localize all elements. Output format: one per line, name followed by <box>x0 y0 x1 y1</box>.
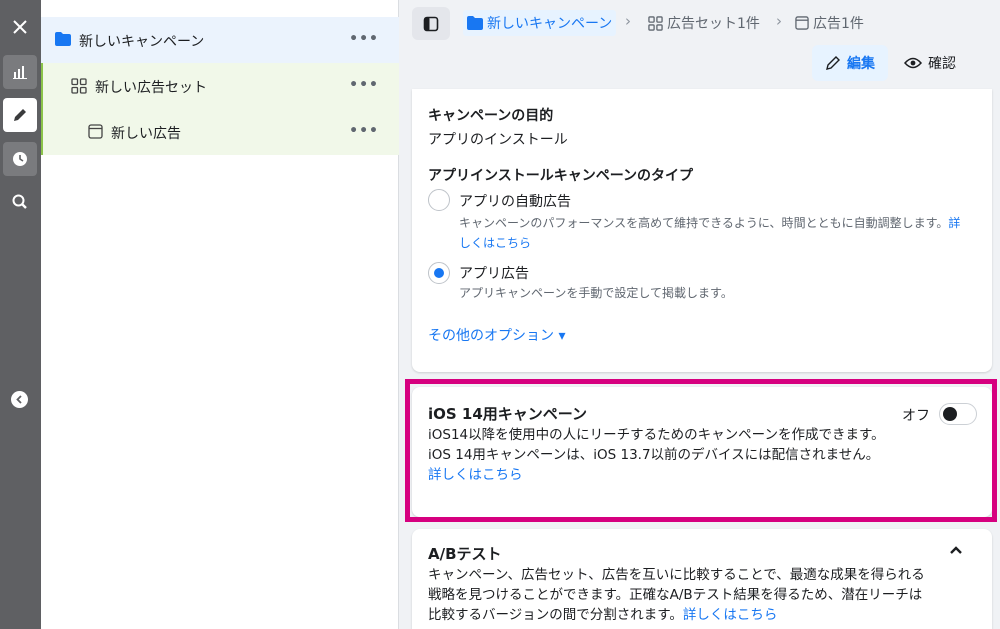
pencil-icon[interactable] <box>3 98 37 132</box>
campaign-settings-card: キャンペーンの目的 アプリのインストール アプリインストールキャンペーンのタイプ… <box>412 89 992 372</box>
grid-icon <box>648 15 663 31</box>
edit-button-label: 編集 <box>847 56 875 72</box>
eye-icon <box>904 57 922 69</box>
review-button[interactable]: 確認 <box>904 45 956 81</box>
editor-topbar: 新しいキャンペーン › 広告セット1件 › 広告1件 編集 確認 <box>399 0 1000 92</box>
edit-button[interactable]: 編集 <box>812 45 888 81</box>
learn-more-link[interactable]: しくはこちら <box>459 236 531 250</box>
more-options-link[interactable]: その他のオプション ▾ <box>428 325 565 345</box>
chevron-up-icon[interactable] <box>949 545 963 555</box>
ios14-campaign-card: iOS 14用キャンペーン iOS14以降を使用中の人にリーチするためのキャンペ… <box>412 387 992 517</box>
folder-icon <box>55 32 71 50</box>
breadcrumb-adset-label: 広告セット1件 <box>667 16 760 32</box>
option-auto-app-ads-title: アプリの自動広告 <box>459 194 571 210</box>
tree-adset-label: 新しい広告セット <box>95 80 207 96</box>
objective-heading: キャンペーンの目的 <box>428 108 554 124</box>
review-button-label: 確認 <box>928 56 956 72</box>
learn-more-link[interactable]: 詳しくはこちら <box>428 467 523 483</box>
breadcrumb-ad[interactable]: 広告1件 <box>795 10 864 36</box>
ios14-description: iOS14以降を使用中の人にリーチするためのキャンペーンを作成できます。iOS … <box>428 425 888 485</box>
ab-test-description: キャンペーン、広告セット、広告を互いに比較することで、最適な成果を得られる戦略を… <box>428 565 928 625</box>
option-app-ads-title: アプリ広告 <box>459 266 529 282</box>
grid-icon <box>71 78 87 98</box>
radio-auto-app-ads[interactable] <box>428 189 450 211</box>
breadcrumb-ad-label: 広告1件 <box>813 16 864 32</box>
clock-icon[interactable] <box>3 142 37 176</box>
ad-window-icon <box>795 16 809 30</box>
ios14-title: iOS 14用キャンペーン <box>428 405 588 423</box>
toggle-state-label: オフ <box>902 408 930 424</box>
option-app-ads-desc: アプリキャンペーンを手動で設定して掲載します。 <box>459 286 733 300</box>
close-icon[interactable] <box>3 10 37 44</box>
toggle-knob <box>943 407 957 421</box>
tree-item-ad[interactable]: 新しい広告 ••• <box>41 109 399 155</box>
chevron-right-icon: › <box>776 12 782 30</box>
ab-test-title: A/Bテスト <box>428 545 502 563</box>
collapse-chevron-icon[interactable] <box>11 391 28 408</box>
more-options-icon[interactable]: ••• <box>349 77 379 93</box>
radio-app-ads[interactable] <box>428 262 450 284</box>
ad-window-icon <box>88 124 103 143</box>
breadcrumb-campaign[interactable]: 新しいキャンペーン <box>463 10 617 36</box>
option-auto-app-ads-desc: キャンペーンのパフォーマンスを高めて維持できるように、時間とともに自動調整します… <box>459 213 979 253</box>
ios14-description-text: iOS14以降を使用中の人にリーチするためのキャンペーンを作成できます。iOS … <box>428 427 885 463</box>
folder-icon <box>467 16 483 30</box>
left-rail <box>0 0 41 629</box>
breadcrumb-campaign-label: 新しいキャンペーン <box>487 16 613 32</box>
tree-ad-label: 新しい広告 <box>111 126 181 142</box>
search-chart-icon[interactable] <box>3 185 37 219</box>
tree-campaign-label: 新しいキャンペーン <box>79 34 205 50</box>
panel-toggle-icon[interactable] <box>412 7 450 40</box>
option-auto-app-ads-desc-text: キャンペーンのパフォーマンスを高めて維持できるように、時間とともに自動調整します… <box>459 216 949 230</box>
ab-test-description-text: キャンペーン、広告セット、広告を互いに比較することで、最適な成果を得られる戦略を… <box>428 567 925 623</box>
chevron-right-icon: › <box>625 12 631 30</box>
structure-tree: 新しいキャンペーン ••• 新しい広告セット ••• 新しい広告 ••• <box>41 0 399 629</box>
breadcrumb-adset[interactable]: 広告セット1件 <box>648 10 760 36</box>
editor-main: 新しいキャンペーン › 広告セット1件 › 広告1件 編集 確認 キャンペーンの… <box>399 0 1000 629</box>
tree-item-adset[interactable]: 新しい広告セット ••• <box>41 63 399 109</box>
objective-value: アプリのインストール <box>428 132 568 148</box>
learn-more-link[interactable]: 詳しくはこちら <box>683 607 778 623</box>
ios14-toggle[interactable] <box>939 403 977 425</box>
tree-item-campaign[interactable]: 新しいキャンペーン ••• <box>41 17 399 63</box>
more-options-icon[interactable]: ••• <box>349 123 379 139</box>
pencil-icon <box>826 56 840 70</box>
chart-icon[interactable] <box>3 55 37 89</box>
ab-test-card: A/Bテスト キャンペーン、広告セット、広告を互いに比較することで、最適な成果を… <box>412 529 992 629</box>
campaign-type-heading: アプリインストールキャンペーンのタイプ <box>428 168 694 184</box>
learn-more-link[interactable]: 詳 <box>948 216 960 230</box>
more-options-icon[interactable]: ••• <box>349 31 379 47</box>
